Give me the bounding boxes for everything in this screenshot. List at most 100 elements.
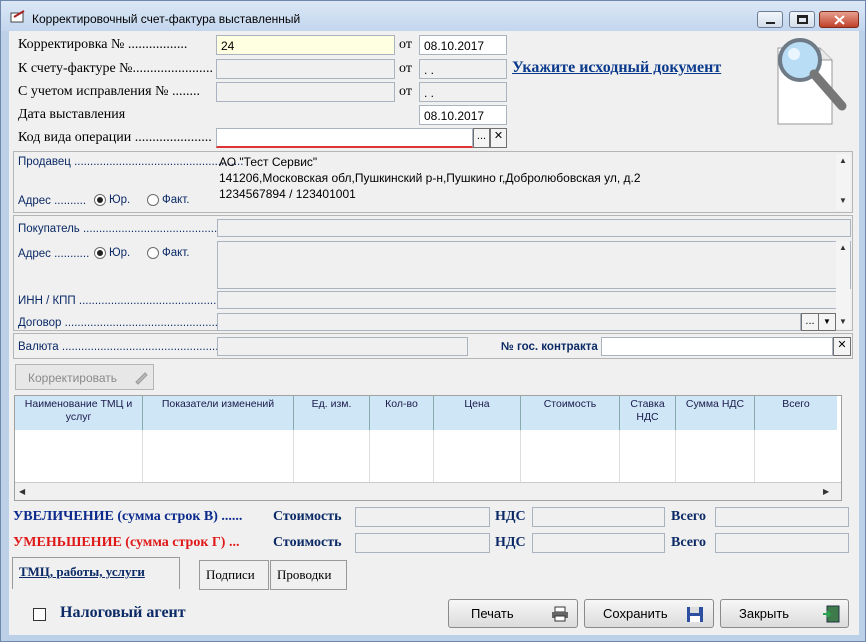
save-button-label: Сохранить [603, 606, 668, 621]
correction-date-field[interactable]: 08.10.2017 [419, 35, 507, 55]
operation-code-clear-button[interactable]: ✕ [490, 128, 507, 148]
issue-date-label: Дата выставления [18, 107, 126, 122]
inn-kpp-field[interactable] [217, 291, 837, 309]
decrease-total-field[interactable] [715, 533, 849, 553]
col-quantity[interactable]: Кол-во [370, 396, 434, 430]
table-header: Наименование ТМЦ и услуг Показатели изме… [15, 396, 837, 430]
col-vat-rate[interactable]: Ставка НДС [620, 396, 676, 430]
form-body: Корректировка № ................. 24 от … [9, 31, 859, 635]
tab-items[interactable]: ТМЦ, работы, услуги [12, 557, 180, 589]
close-button[interactable]: Закрыть [720, 599, 849, 628]
scroll-down-icon: ▼ [839, 317, 847, 326]
buyer-radio-fact[interactable]: Факт. [147, 247, 190, 259]
col-unit[interactable]: Ед. изм. [294, 396, 370, 430]
currency-section: Валюта .................................… [13, 333, 853, 359]
gov-contract-clear-button[interactable]: ✕ [833, 337, 851, 356]
seller-details: АО "Тест Сервис" 141206,Московская обл,П… [217, 152, 835, 212]
buyer-address-field[interactable] [217, 241, 851, 289]
contract-dropdown-button[interactable]: ▼ [818, 313, 836, 331]
seller-radio-legal[interactable]: Юр. [94, 194, 130, 206]
invoice-number-field[interactable] [216, 59, 395, 79]
currency-field[interactable] [217, 337, 468, 356]
invoice-date-field[interactable]: . . [419, 59, 507, 79]
title-bar: Корректировочный счет-фактура выставленн… [1, 1, 865, 31]
buyer-address-label: Адрес ........... [18, 248, 90, 260]
seller-name: АО "Тест Сервис" [219, 155, 318, 169]
seller-address-label: Адрес .......... [18, 195, 87, 207]
col-price[interactable]: Цена [434, 396, 521, 430]
scroll-up-icon: ▲ [839, 156, 847, 165]
gov-contract-field[interactable] [601, 337, 833, 356]
scroll-right-icon: ▶ [823, 487, 830, 496]
col-total[interactable]: Всего [755, 396, 837, 430]
seller-section: Продавец ...............................… [13, 151, 853, 213]
exit-door-icon [823, 605, 840, 623]
fix-date-field[interactable]: . . [419, 82, 507, 102]
scroll-up-icon: ▲ [839, 243, 847, 252]
window-title: Корректировочный счет-фактура выставленн… [32, 12, 301, 26]
from-label-2: от [399, 61, 412, 76]
seller-label: Продавец ...............................… [18, 156, 244, 168]
col-changes[interactable]: Показатели изменений [143, 396, 294, 430]
printer-icon [552, 606, 568, 622]
seller-radio-fact-label: Факт. [162, 194, 190, 206]
buyer-scrollbar[interactable]: ▲ ▼ [836, 241, 850, 329]
close-icon [834, 15, 845, 25]
items-table[interactable]: Наименование ТМЦ и услуг Показатели изме… [14, 395, 842, 501]
minimize-button[interactable] [757, 11, 783, 28]
increase-label: УВЕЛИЧЕНИЕ (сумма строк В) ...... [13, 509, 243, 524]
col-vat-sum[interactable]: Сумма НДС [676, 396, 755, 430]
fix-number-field[interactable] [216, 82, 395, 102]
increase-vat-field[interactable] [532, 507, 665, 527]
radio-dot [147, 247, 159, 259]
decrease-cost-field[interactable] [355, 533, 490, 553]
save-button[interactable]: Сохранить [584, 599, 714, 628]
tax-agent-label: Налоговый агент [60, 604, 186, 621]
radio-dot [147, 194, 159, 206]
tab-postings-label: Проводки [277, 567, 332, 582]
table-hscrollbar[interactable]: ◀ ▶ [15, 482, 841, 500]
table-empty-row [15, 430, 837, 482]
scroll-down-icon: ▼ [839, 196, 847, 205]
buyer-section: Покупатель .............................… [13, 215, 853, 331]
print-button[interactable]: Печать [448, 599, 578, 628]
pencil-icon [135, 372, 148, 385]
source-document-link[interactable]: Укажите исходный документ [512, 59, 721, 77]
seller-scrollbar[interactable]: ▲ ▼ [836, 154, 850, 210]
tab-signatures[interactable]: Подписи [199, 560, 269, 590]
document-search-icon[interactable] [770, 34, 850, 130]
seller-inn: 1234567894 / 123401001 [219, 187, 356, 201]
issue-date-field[interactable]: 08.10.2017 [419, 105, 507, 125]
from-label-1: от [399, 37, 412, 52]
correction-number-field[interactable]: 24 [216, 35, 395, 55]
maximize-button[interactable] [789, 11, 815, 28]
tab-items-label: ТМЦ, работы, услуги [19, 564, 145, 579]
tab-postings[interactable]: Проводки [270, 560, 347, 590]
correction-label: Корректировка № ................. [18, 37, 188, 52]
seller-radio-fact[interactable]: Факт. [147, 194, 190, 206]
seller-radio-legal-label: Юр. [109, 194, 131, 206]
operation-code-field[interactable] [216, 128, 473, 148]
tax-agent-checkbox[interactable] [33, 608, 46, 621]
fix-label: С учетом исправления № ........ [18, 84, 200, 99]
col-name[interactable]: Наименование ТМЦ и услуг [15, 396, 143, 430]
decrease-total-label: Всего [671, 535, 706, 550]
adjust-button[interactable]: Корректировать [15, 364, 154, 390]
contract-select-button[interactable]: ... [801, 313, 819, 331]
increase-cost-field[interactable] [355, 507, 490, 527]
document-pen-icon [10, 10, 25, 23]
decrease-vat-field[interactable] [532, 533, 665, 553]
contract-field[interactable] [217, 313, 801, 331]
operation-code-select-button[interactable]: ... [473, 128, 490, 148]
radio-dot [94, 247, 106, 259]
gov-contract-label: № гос. контракта [501, 341, 598, 353]
buyer-field[interactable] [217, 219, 851, 237]
increase-total-field[interactable] [715, 507, 849, 527]
invoice-label: К счету-фактуре №....................... [18, 61, 214, 76]
app-window: Корректировочный счет-фактура выставленн… [0, 0, 866, 642]
from-label-3: от [399, 84, 412, 99]
close-button-label: Закрыть [739, 606, 790, 621]
buyer-radio-legal[interactable]: Юр. [94, 247, 130, 259]
col-cost[interactable]: Стоимость [521, 396, 620, 430]
close-window-button[interactable] [819, 11, 859, 28]
